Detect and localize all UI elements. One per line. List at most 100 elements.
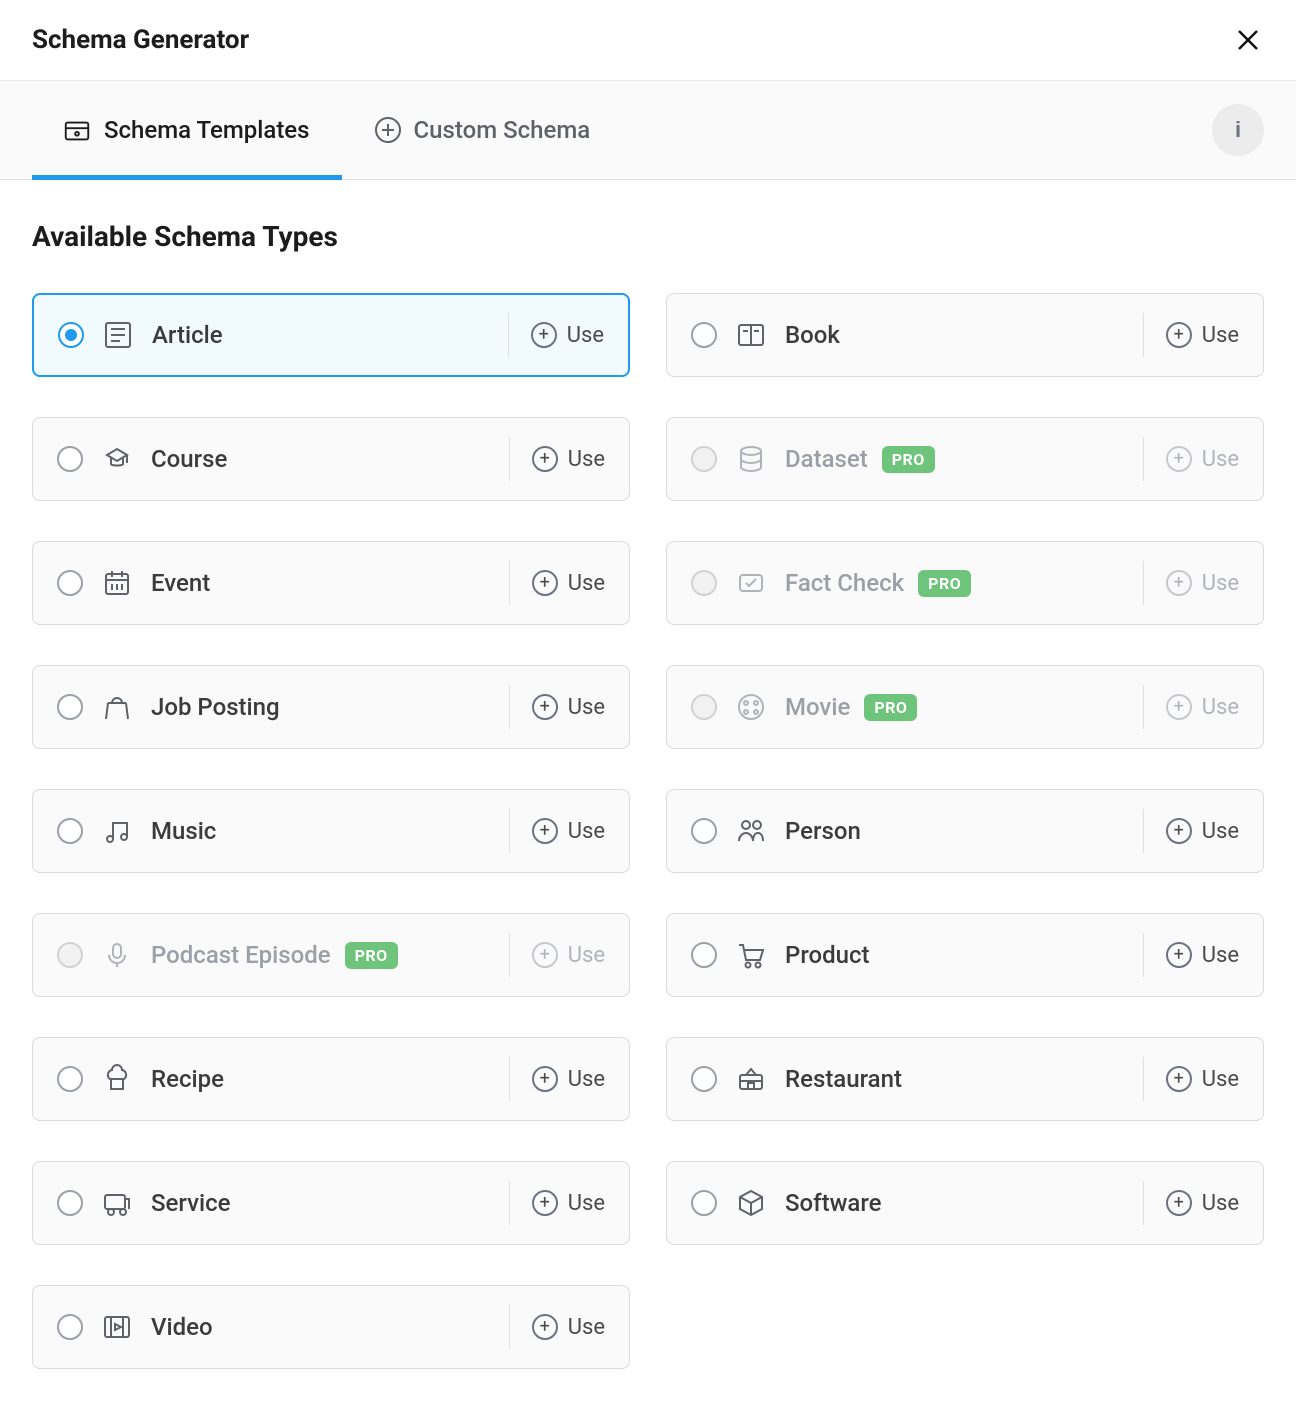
use-label: Use — [1202, 943, 1239, 968]
radio[interactable] — [57, 1190, 83, 1216]
schema-label: Product — [785, 941, 870, 969]
pro-badge: PRO — [345, 942, 398, 969]
use-button[interactable]: + Use — [509, 322, 604, 348]
schema-card-recipe[interactable]: Recipe+Use — [32, 1037, 630, 1121]
schema-label: Music — [151, 817, 216, 845]
plus-circle-icon: + — [1166, 1190, 1192, 1216]
factcheck-icon — [735, 567, 767, 599]
restaurant-icon — [735, 1063, 767, 1095]
recipe-icon — [101, 1063, 133, 1095]
close-button[interactable] — [1232, 24, 1264, 56]
radio[interactable] — [691, 818, 717, 844]
use-button[interactable]: + Use — [510, 1314, 605, 1340]
use-button[interactable]: + Use — [510, 1190, 605, 1216]
plus-circle-icon: + — [532, 570, 558, 596]
radio[interactable] — [691, 322, 717, 348]
use-label: Use — [567, 323, 604, 348]
radio[interactable] — [57, 1314, 83, 1340]
schema-label: Dataset — [785, 445, 868, 473]
radio[interactable] — [57, 570, 83, 596]
article-icon — [102, 319, 134, 351]
schema-card-service[interactable]: Service + Use — [32, 1161, 630, 1245]
templates-icon — [62, 115, 92, 145]
use-button: +Use — [510, 942, 605, 968]
course-icon — [101, 443, 133, 475]
modal-title: Schema Generator — [32, 25, 249, 55]
radio[interactable] — [691, 1066, 717, 1092]
use-button[interactable]: +Use — [510, 818, 605, 844]
plus-circle-icon: + — [532, 1066, 558, 1092]
schema-label: Service — [151, 1189, 231, 1217]
plus-circle-icon: + — [532, 818, 558, 844]
use-button[interactable]: +Use — [1144, 1066, 1239, 1092]
schema-generator-modal: Schema Generator Schema Templates Custom… — [0, 0, 1296, 1409]
podcast-icon — [101, 939, 133, 971]
schema-label: Fact Check — [785, 569, 904, 597]
schema-label: Book — [785, 321, 840, 349]
plus-circle-icon: + — [532, 446, 558, 472]
use-label: Use — [568, 1067, 605, 1092]
use-label: Use — [1202, 571, 1239, 596]
tab-bar: Schema Templates Custom Schema i — [0, 80, 1296, 180]
schema-card-person[interactable]: Person + Use — [666, 789, 1264, 873]
radio[interactable] — [57, 1066, 83, 1092]
schema-label: Person — [785, 817, 861, 845]
tab-custom-schema[interactable]: Custom Schema — [342, 81, 623, 179]
use-label: Use — [1202, 819, 1239, 844]
use-button[interactable]: + Use — [1144, 322, 1239, 348]
info-button[interactable]: i — [1212, 104, 1264, 156]
use-button[interactable]: +Use — [1144, 942, 1239, 968]
tab-label: Schema Templates — [104, 116, 310, 144]
schema-label: Restaurant — [785, 1065, 902, 1093]
radio — [691, 694, 717, 720]
radio[interactable] — [691, 942, 717, 968]
radio[interactable] — [691, 1190, 717, 1216]
schema-card-software[interactable]: Software + Use — [666, 1161, 1264, 1245]
tab-schema-templates[interactable]: Schema Templates — [32, 81, 342, 179]
plus-circle-icon: + — [532, 942, 558, 968]
schema-label: Video — [151, 1313, 213, 1341]
plus-circle-icon: + — [531, 322, 557, 348]
use-button[interactable]: + Use — [1144, 1190, 1239, 1216]
schema-card-product[interactable]: Product +Use — [666, 913, 1264, 997]
use-label: Use — [568, 1191, 605, 1216]
pro-badge: PRO — [864, 694, 917, 721]
schema-card-event[interactable]: Event + Use — [32, 541, 630, 625]
radio[interactable] — [58, 322, 84, 348]
schema-card-music[interactable]: Music +Use — [32, 789, 630, 873]
use-button[interactable]: + Use — [510, 446, 605, 472]
schema-card-restaurant[interactable]: Restaurant +Use — [666, 1037, 1264, 1121]
radio[interactable] — [57, 446, 83, 472]
plus-circle-icon: + — [532, 1314, 558, 1340]
plus-circle-icon: + — [1166, 694, 1192, 720]
use-button[interactable]: + Use — [1144, 818, 1239, 844]
schema-card-book[interactable]: Book + Use — [666, 293, 1264, 377]
event-icon — [101, 567, 133, 599]
schema-card-jobposting[interactable]: Job Posting+Use — [32, 665, 630, 749]
use-label: Use — [1202, 1067, 1239, 1092]
plus-circle-icon: + — [1166, 322, 1192, 348]
use-button: +Use — [1144, 570, 1239, 596]
plus-circle-icon: + — [532, 694, 558, 720]
use-label: Use — [568, 447, 605, 472]
schema-card-video[interactable]: Video + Use — [32, 1285, 630, 1369]
use-label: Use — [1202, 323, 1239, 348]
schema-card-course[interactable]: Course+Use — [32, 417, 630, 501]
use-label: Use — [1202, 1191, 1239, 1216]
schema-label: Event — [151, 569, 210, 597]
plus-circle-icon: + — [1166, 818, 1192, 844]
jobposting-icon — [101, 691, 133, 723]
use-button[interactable]: + Use — [510, 694, 605, 720]
schema-card-dataset: DatasetPRO+Use — [666, 417, 1264, 501]
use-button[interactable]: + Use — [510, 1066, 605, 1092]
schema-card-article[interactable]: Article+Use — [32, 293, 630, 377]
radio[interactable] — [57, 818, 83, 844]
radio[interactable] — [57, 694, 83, 720]
schema-label: Software — [785, 1189, 881, 1217]
use-label: Use — [568, 1315, 605, 1340]
use-label: Use — [568, 695, 605, 720]
use-label: Use — [568, 571, 605, 596]
use-button[interactable]: + Use — [510, 570, 605, 596]
plus-circle-icon: + — [532, 1190, 558, 1216]
section-title: Available Schema Types — [32, 220, 1264, 253]
